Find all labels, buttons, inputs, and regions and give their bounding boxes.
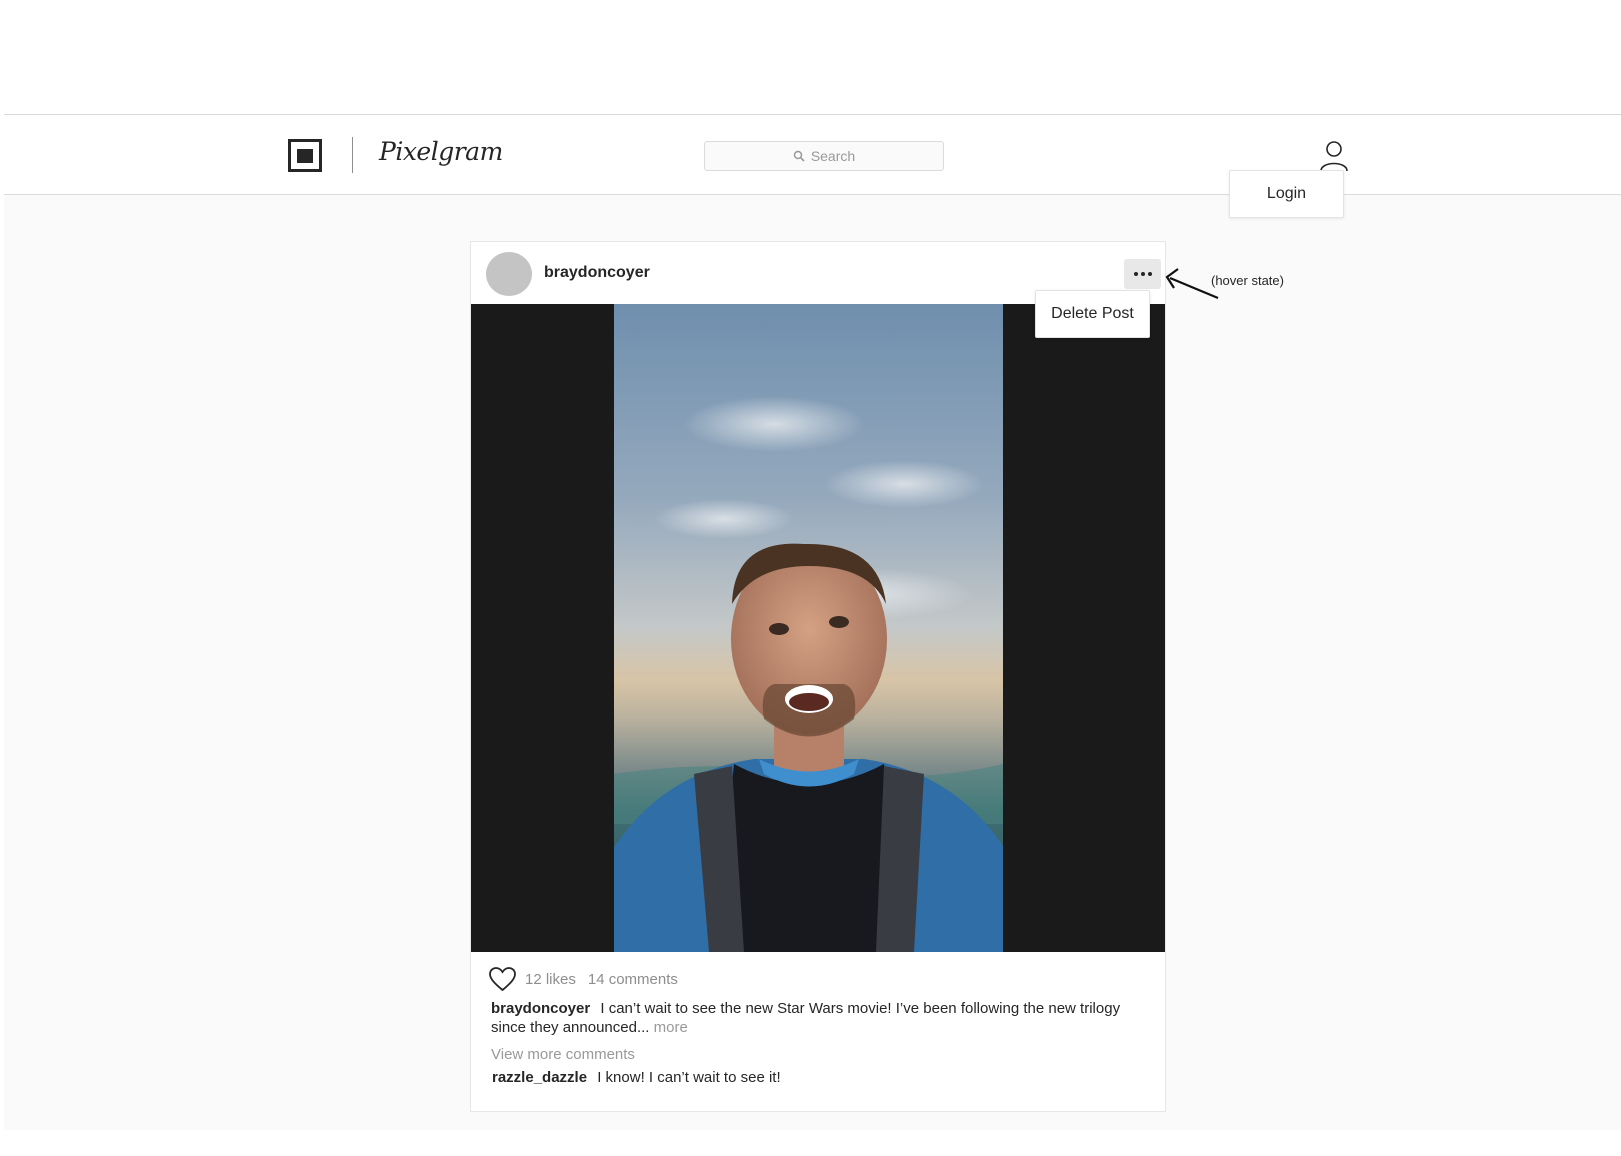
brand-name[interactable]: Pixelgram (379, 137, 503, 166)
hover-state-annotation: (hover state) (1211, 273, 1284, 288)
caption-username[interactable]: braydoncoyer (491, 1000, 590, 1017)
heart-icon[interactable] (488, 966, 517, 992)
post-actions: 12 likes 14 comments (488, 965, 678, 993)
comment-username[interactable]: razzle_dazzle (492, 1069, 587, 1086)
search-input[interactable]: Search (704, 141, 944, 171)
post-caption: braydoncoyer I can’t wait to see the new… (491, 999, 1131, 1037)
avatar[interactable] (486, 252, 532, 296)
top-navigation-bar: Pixelgram Search (4, 115, 1621, 195)
more-options-button[interactable] (1124, 259, 1161, 289)
comments-count[interactable]: 14 comments (588, 971, 678, 988)
comment-item: razzle_dazzle I know! I can’t wait to se… (492, 1069, 781, 1086)
search-placeholder: Search (810, 148, 856, 164)
post-username[interactable]: braydoncoyer (544, 264, 650, 282)
comment-text: I know! I can’t wait to see it! (597, 1069, 781, 1086)
likes-count[interactable]: 12 likes (525, 971, 576, 988)
post-card: braydoncoyer Delete Post 12 likes 14 com… (470, 241, 1166, 1112)
selfie-photo-illustration (614, 304, 1003, 952)
more-horizontal-icon-dot (1140, 272, 1145, 276)
delete-post-button[interactable]: Delete Post (1035, 290, 1150, 338)
logo-divider (352, 137, 353, 173)
caption-more-link[interactable]: more (654, 1019, 688, 1036)
view-more-comments-link[interactable]: View more comments (491, 1046, 635, 1063)
post-media[interactable] (471, 304, 1165, 952)
logo-inner (297, 148, 313, 163)
more-horizontal-icon (1133, 272, 1138, 276)
search-icon (793, 150, 805, 162)
more-horizontal-icon-dot (1147, 272, 1152, 276)
logo-square-icon[interactable] (288, 139, 322, 172)
user-icon[interactable] (1318, 139, 1350, 173)
post-photo (614, 304, 1003, 952)
login-button[interactable]: Login (1229, 170, 1344, 218)
